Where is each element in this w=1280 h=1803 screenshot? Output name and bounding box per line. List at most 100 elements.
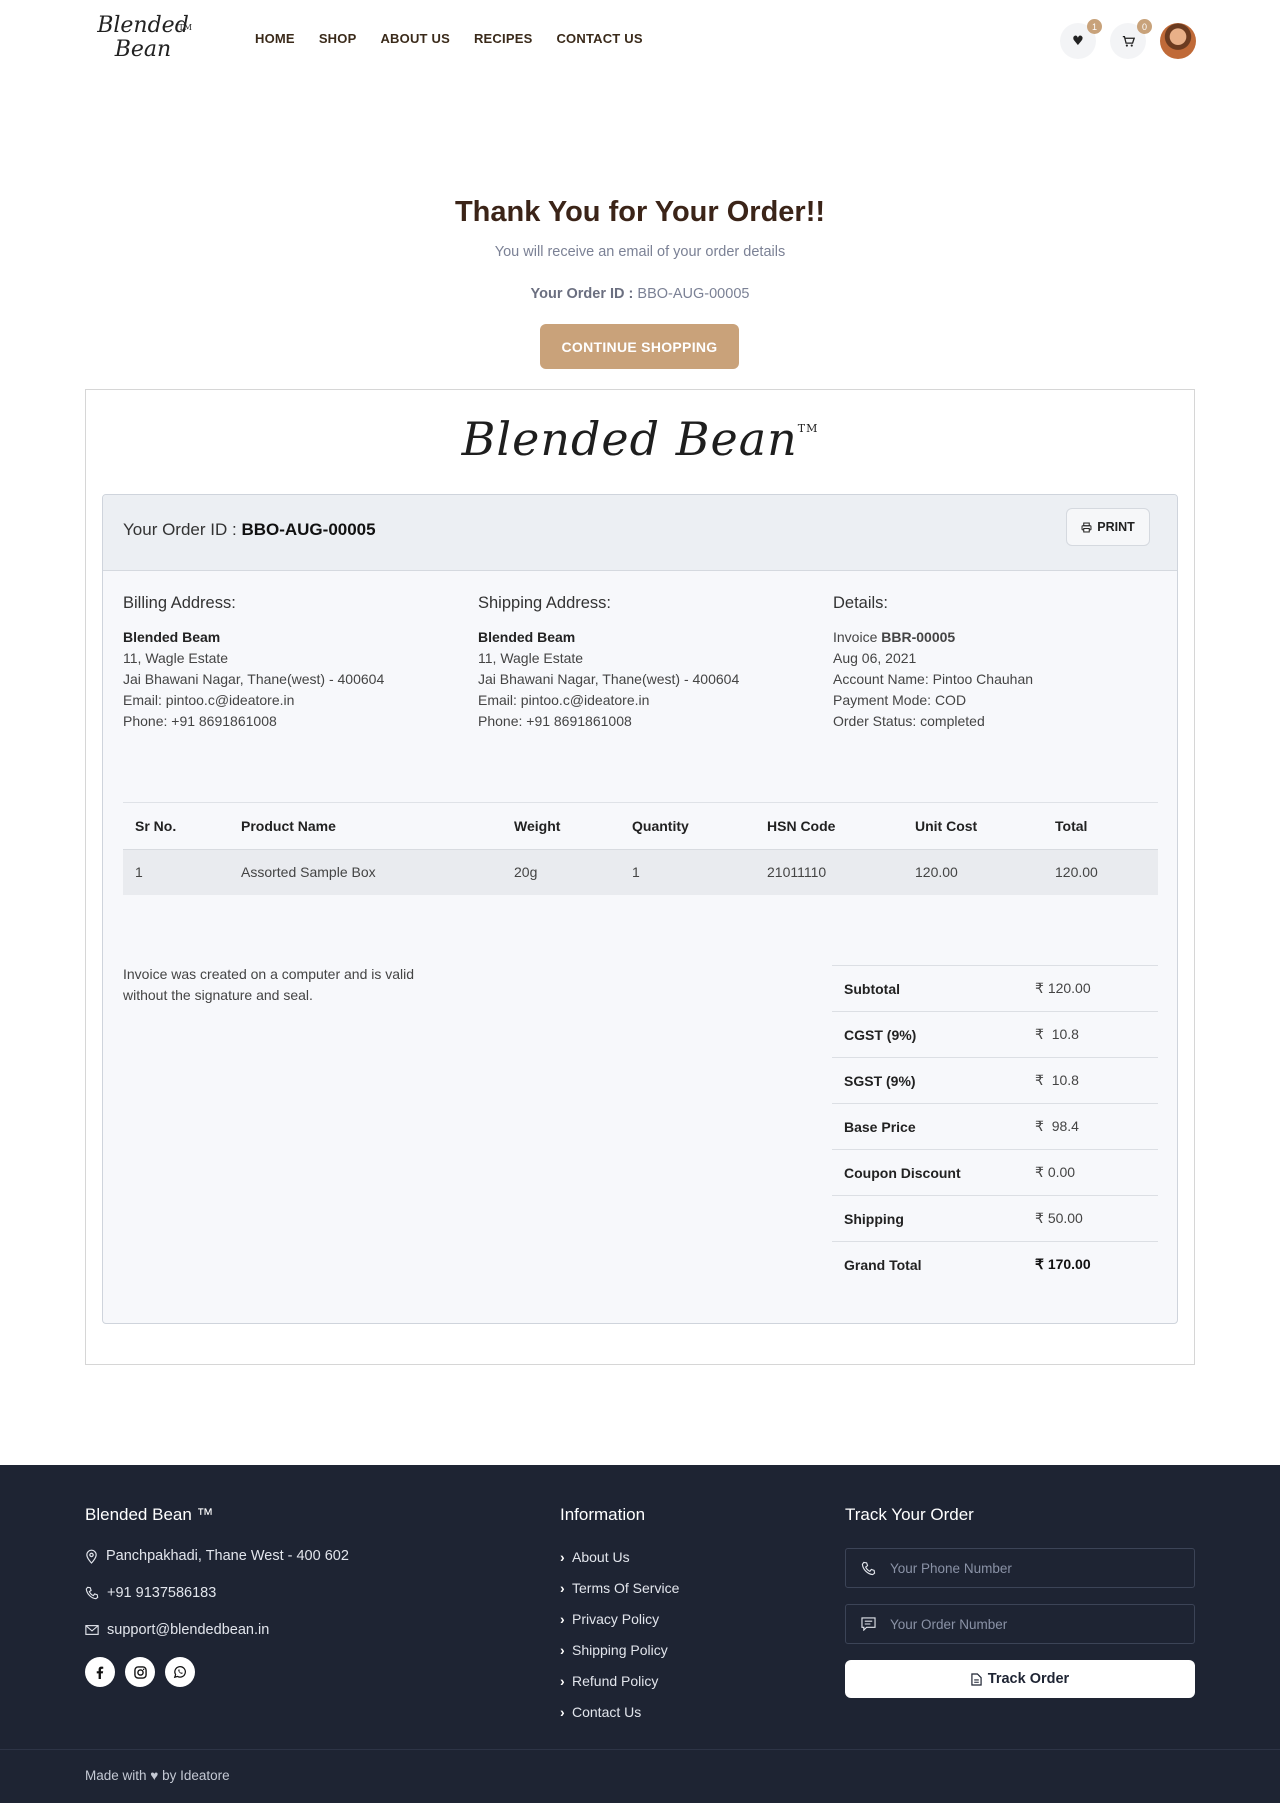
printer-icon [1081, 522, 1092, 532]
info-links: › About Us › Terms Of Service › Privacy Pol… [560, 1547, 679, 1733]
order-id-label: Your Order ID : [530, 286, 634, 302]
wishlist-button[interactable]: ♥ 1 [1060, 19, 1102, 59]
footer-link-about-us[interactable]: › About Us [560, 1547, 679, 1578]
shipping-name: Blended Beam [478, 629, 576, 645]
total-row-coupon: Coupon Discount ₹ 0.00 [832, 1149, 1158, 1196]
footer-link-terms[interactable]: › Terms Of Service [560, 1578, 679, 1609]
total-label: CGST (9%) [832, 1011, 1035, 1058]
nav-shop[interactable]: SHOP [319, 31, 357, 46]
phone-icon [846, 1561, 890, 1576]
cell-hsn-code: 21011110 [755, 849, 903, 895]
total-amount: 0.00 [1047, 1164, 1076, 1180]
total-amount: 10.8 [1051, 1072, 1079, 1088]
footer-email[interactable]: support@blendedbean.in [85, 1622, 269, 1638]
heart-icon: ♥ [1072, 33, 1084, 49]
total-label: Base Price [832, 1103, 1035, 1150]
wishlist-count-badge: 1 [1087, 19, 1102, 34]
invoice-order-id-value: BBO-AUG-00005 [241, 520, 376, 539]
site-header: Blended Bean TM HOME SHOP ABOUT US RECIP… [0, 0, 1280, 80]
table-header-row: Sr No. Product Name Weight Quantity HSN … [123, 802, 1158, 850]
footer-bottom: Made with ♥ by Ideatore [0, 1749, 1280, 1803]
footer-track-title: Track Your Order [845, 1505, 974, 1524]
track-phone-input[interactable] [890, 1560, 1180, 1576]
total-value: ₹ 120.00 [1035, 965, 1158, 1012]
footer-link-privacy[interactable]: › Privacy Policy [560, 1609, 679, 1640]
totals-table: Subtotal ₹ 120.00 CGST (9%) ₹ 10.8 SGST (9… [832, 965, 1158, 1288]
footer-phone-text: +91 9137586183 [107, 1585, 217, 1601]
nav-recipes[interactable]: RECIPES [474, 31, 532, 46]
footer-phone[interactable]: +91 9137586183 [85, 1585, 216, 1601]
logo-tm: TM [178, 23, 192, 32]
billing-address: Billing Address: Blended Beam 11, Wagle … [123, 593, 463, 732]
header-actions: ♥ 1 0 [1060, 19, 1196, 59]
phone-icon [85, 1586, 99, 1600]
footer-info-title: Information [560, 1505, 646, 1524]
chevron-right-icon: › [560, 1673, 565, 1689]
account-name: Account Name: Pintoo Chauhan [833, 671, 1034, 687]
chevron-right-icon: › [560, 1549, 565, 1565]
footer-link-label: Refund Policy [572, 1673, 659, 1689]
made-with-text: Made with [85, 1768, 147, 1783]
track-order-button[interactable]: Track Order [845, 1660, 1195, 1698]
rupee-icon: ₹ [1035, 1256, 1044, 1273]
footer-link-shipping[interactable]: › Shipping Policy [560, 1640, 679, 1671]
cell-product-name: Assorted Sample Box [229, 849, 502, 895]
instagram-link[interactable] [125, 1657, 155, 1687]
footer-link-label: Terms Of Service [572, 1580, 680, 1596]
shipping-email: Email: pintoo.c@ideatore.in [478, 692, 650, 708]
whatsapp-link[interactable] [165, 1657, 195, 1687]
whatsapp-icon [173, 1666, 186, 1679]
total-amount: 170.00 [1047, 1256, 1091, 1273]
cell-unit-cost: 120.00 [903, 849, 1043, 895]
total-amount: 120.00 [1047, 980, 1091, 996]
invoice-number-label: Invoice [833, 629, 878, 645]
main-nav: HOME SHOP ABOUT US RECIPES CONTACT US [255, 31, 667, 46]
envelope-icon [85, 1625, 99, 1635]
billing-name: Blended Beam [123, 629, 221, 645]
footer-link-label: Privacy Policy [572, 1611, 660, 1627]
cell-total: 120.00 [1043, 849, 1158, 895]
total-row-grand: Grand Total ₹ 170.00 [832, 1241, 1158, 1288]
made-by-text[interactable]: by Ideatore [162, 1768, 230, 1783]
track-order-input[interactable] [890, 1616, 1180, 1632]
footer-link-refund[interactable]: › Refund Policy [560, 1671, 679, 1702]
nav-contact-us[interactable]: CONTACT US [556, 31, 642, 46]
print-button[interactable]: PRINT [1066, 508, 1150, 546]
location-pin-icon [86, 1549, 97, 1564]
shipping-address: Shipping Address: Blended Beam 11, Wagle… [478, 593, 818, 732]
col-hsn-code: HSN Code [755, 802, 903, 850]
total-label: Grand Total [832, 1241, 1035, 1288]
details-heading: Details: [833, 594, 889, 612]
nav-home[interactable]: HOME [255, 31, 295, 46]
total-row-subtotal: Subtotal ₹ 120.00 [832, 965, 1158, 1012]
billing-phone: Phone: +91 8691861008 [123, 713, 277, 729]
cart-count-badge: 0 [1137, 19, 1152, 34]
total-label: Subtotal [832, 965, 1035, 1012]
shipping-line2: Jai Bhawani Nagar, Thane(west) - 400604 [478, 671, 740, 687]
facebook-icon [96, 1666, 104, 1679]
order-items-table: Sr No. Product Name Weight Quantity HSN … [123, 802, 1158, 895]
invoice-number-value: BBR-00005 [881, 629, 956, 645]
invoice-note: Invoice was created on a computer and is… [123, 966, 415, 1003]
billing-heading: Billing Address: [123, 594, 236, 612]
site-logo[interactable]: Blended Bean TM [88, 14, 198, 68]
facebook-link[interactable] [85, 1657, 115, 1687]
shipping-line1: 11, Wagle Estate [478, 650, 584, 666]
payment-mode: Payment Mode: COD [833, 692, 967, 708]
continue-shopping-button[interactable]: CONTINUE SHOPPING [540, 324, 739, 369]
thanks-title: Thank You for Your Order!! [454, 196, 826, 228]
col-total: Total [1043, 802, 1158, 850]
user-avatar[interactable] [1160, 23, 1196, 59]
rupee-icon: ₹ [1035, 1026, 1044, 1042]
site-footer: Blended Bean ™ Panchpakhadi, Thane West … [0, 1465, 1280, 1803]
chevron-right-icon: › [560, 1611, 565, 1627]
cell-weight: 20g [502, 849, 620, 895]
footer-link-label: Shipping Policy [572, 1642, 668, 1658]
nav-about-us[interactable]: ABOUT US [380, 31, 450, 46]
cart-button[interactable]: 0 [1110, 19, 1152, 59]
col-sr-no: Sr No. [123, 802, 229, 850]
footer-link-contact-us[interactable]: › Contact Us [560, 1702, 679, 1733]
col-weight: Weight [502, 802, 620, 850]
total-value: ₹ 10.8 [1035, 1057, 1158, 1104]
invoice-date: Aug 06, 2021 [833, 650, 917, 666]
